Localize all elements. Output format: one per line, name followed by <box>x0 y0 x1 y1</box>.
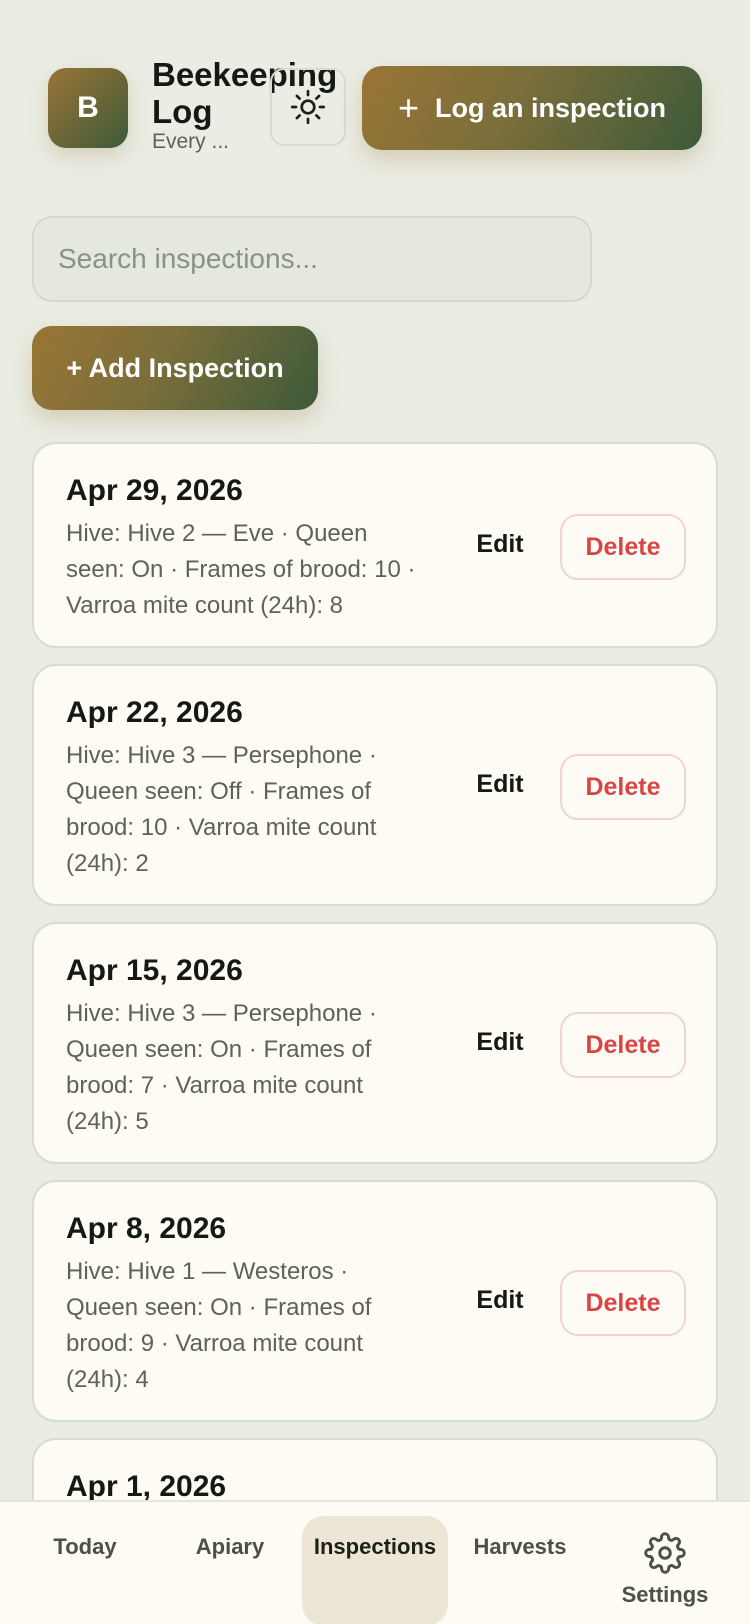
inspection-date: Apr 1, 2026 <box>66 1470 227 1503</box>
edit-button[interactable]: Edit <box>462 524 538 564</box>
inspection-date: Apr 15, 2026 <box>66 954 243 987</box>
inspection-details: Hive: Hive 3 — Persephone · Queen seen: … <box>66 1000 377 1135</box>
inspection-details: Hive: Hive 1 — Westeros · Queen seen: On… <box>66 1258 372 1393</box>
bottom-nav: Today Apiary Inspections Harvests Settin… <box>0 1500 750 1624</box>
plus-icon: + <box>397 87 419 128</box>
inspection-date: Apr 8, 2026 <box>66 1212 227 1245</box>
nav-tab-today[interactable]: Today <box>20 1502 150 1624</box>
inspection-card: Apr 8, 2026 Hive: Hive 1 — Westeros · Qu… <box>32 1180 718 1422</box>
nav-tab-label: Settings <box>621 1582 709 1607</box>
nav-tab-harvests[interactable]: Harvests <box>455 1502 585 1624</box>
edit-button[interactable]: Edit <box>462 1022 538 1062</box>
search-input[interactable] <box>32 216 592 302</box>
nav-tab-inspections[interactable]: Inspections <box>302 1516 448 1624</box>
inspection-card: Apr 15, 2026 Hive: Hive 3 — Persephone ·… <box>32 922 718 1164</box>
inspection-details: Hive: Hive 3 — Persephone · Queen seen: … <box>66 742 377 877</box>
delete-button[interactable]: Delete <box>560 1012 686 1078</box>
nav-tab-label: Harvests <box>473 1534 567 1559</box>
nav-tab-label: Apiary <box>195 1534 265 1559</box>
theme-toggle-button[interactable] <box>270 68 346 146</box>
nav-tab-label: Inspections <box>313 1534 437 1559</box>
inspection-details: Hive: Hive 2 — Eve · Queen seen: On · Fr… <box>66 520 416 619</box>
nav-tab-apiary[interactable]: Apiary <box>165 1502 295 1624</box>
logo-letter: B <box>77 91 99 124</box>
log-inspection-button[interactable]: + Log an inspection <box>362 66 702 150</box>
app-screen: B Beekeeping Log Every ... + Log an insp… <box>0 0 750 1624</box>
gear-icon <box>644 1532 686 1574</box>
delete-button[interactable]: Delete <box>560 754 686 820</box>
nav-tab-settings[interactable]: Settings <box>600 1502 730 1624</box>
log-inspection-label: Log an inspection <box>435 92 667 123</box>
inspection-card: Apr 29, 2026 Hive: Hive 2 — Eve · Queen … <box>32 442 718 648</box>
add-inspection-label: + Add Inspection <box>66 352 284 383</box>
app-logo: B <box>48 68 128 148</box>
delete-button[interactable]: Delete <box>560 514 686 580</box>
app-subtitle: Every ... <box>152 130 230 153</box>
sun-icon <box>290 89 326 125</box>
edit-button[interactable]: Edit <box>462 764 538 804</box>
inspection-date: Apr 22, 2026 <box>66 696 243 729</box>
inspection-date: Apr 29, 2026 <box>66 474 243 507</box>
nav-tab-label: Today <box>53 1534 117 1559</box>
delete-button[interactable]: Delete <box>560 1270 686 1336</box>
inspection-card: Apr 22, 2026 Hive: Hive 3 — Persephone ·… <box>32 664 718 906</box>
edit-button[interactable]: Edit <box>462 1280 538 1320</box>
add-inspection-button[interactable]: + Add Inspection <box>32 326 318 410</box>
